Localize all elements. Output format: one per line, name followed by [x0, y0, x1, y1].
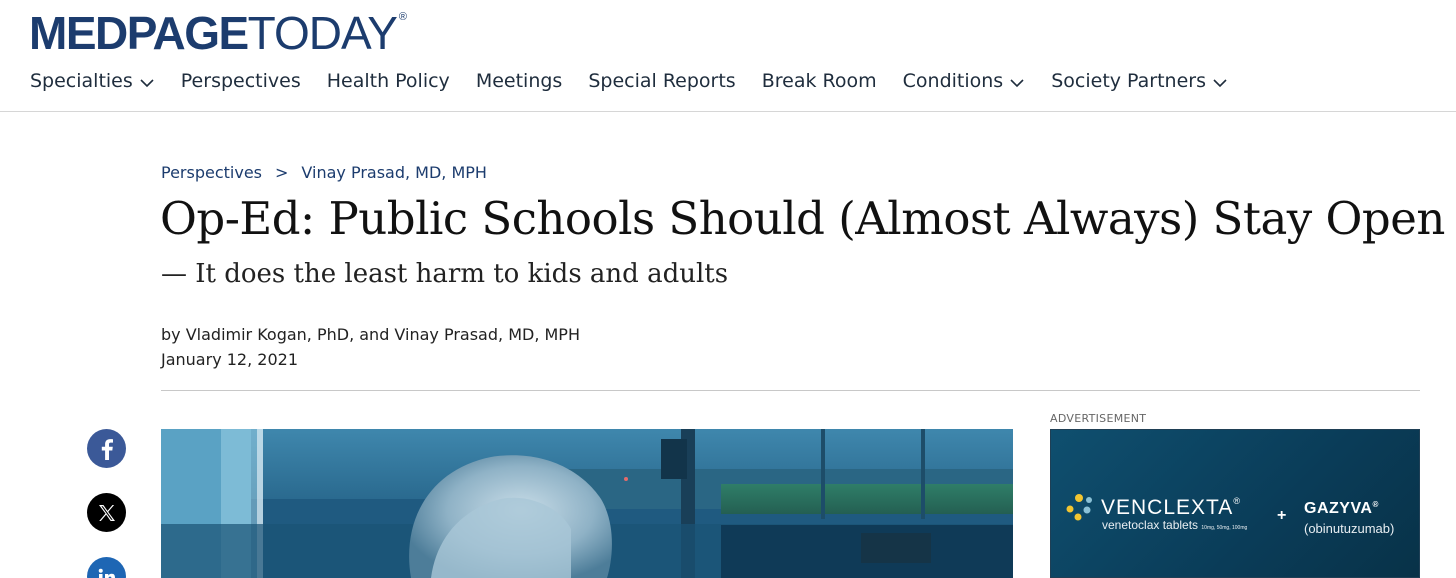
main-nav: Specialties Perspectives Health Policy M… — [30, 67, 1254, 95]
ad-venclexta-generic: venetoclax tablets — [1102, 518, 1199, 532]
ad-brand-gazyva-text: GAZYVA — [1304, 500, 1373, 517]
nav-item-label: Society Partners — [1051, 70, 1207, 92]
logo-light-text: TODAY — [247, 7, 398, 59]
advertisement-banner[interactable]: VENCLEXTA® venetoclax tablets 10mg, 50mg… — [1050, 429, 1420, 578]
nav-item-label: Health Policy — [326, 70, 450, 92]
chevron-down-icon — [140, 79, 154, 88]
chevron-down-icon — [1010, 79, 1024, 88]
nav-item-special-reports[interactable]: Special Reports — [588, 70, 735, 92]
classroom-photo — [161, 429, 1013, 578]
linkedin-share-button[interactable] — [87, 557, 126, 578]
chevron-down-icon — [1213, 79, 1227, 88]
article-subtitle: — It does the least harm to kids and adu… — [161, 259, 729, 289]
breadcrumb: Perspectives > Vinay Prasad, MD, MPH — [161, 163, 487, 182]
nav-item-society-partners[interactable]: Society Partners — [1051, 70, 1228, 92]
breadcrumb-author-link[interactable]: Vinay Prasad, MD, MPH — [301, 163, 487, 182]
breadcrumb-separator: > — [275, 163, 289, 182]
nav-item-perspectives[interactable]: Perspectives — [181, 70, 301, 92]
x-share-button[interactable] — [87, 493, 126, 532]
facebook-share-button[interactable] — [87, 429, 126, 468]
venclexta-logo-icon — [1066, 494, 1092, 521]
breadcrumb-section-link[interactable]: Perspectives — [161, 163, 262, 182]
nav-item-label: Break Room — [761, 70, 877, 92]
ad-brand-venclexta-text: VENCLEXTA — [1101, 496, 1234, 519]
ad-brand-venclexta-sub: venetoclax tablets 10mg, 50mg, 100mg — [1102, 518, 1247, 532]
ad-brand-gazyva-mark: ® — [1372, 500, 1379, 509]
article-date: January 12, 2021 — [161, 350, 298, 369]
logo-registered-mark: ® — [398, 11, 407, 23]
nav-item-health-policy[interactable]: Health Policy — [327, 70, 450, 92]
article-hero-image — [161, 429, 1013, 578]
ad-brand-gazyva: GAZYVA® — [1304, 500, 1379, 518]
article-title: Op-Ed: Public Schools Should (Almost Alw… — [160, 192, 1445, 245]
linkedin-icon — [98, 568, 115, 578]
ad-plus-sign: + — [1277, 507, 1287, 524]
nav-item-meetings[interactable]: Meetings — [476, 70, 563, 92]
nav-item-break-room[interactable]: Break Room — [762, 70, 877, 92]
ad-brand-gazyva-sub: (obinutuzumab) — [1304, 521, 1395, 536]
nav-item-label: Special Reports — [588, 70, 736, 92]
nav-item-specialties[interactable]: Specialties — [30, 70, 155, 92]
logo-bold-text: MEDPAGE — [29, 7, 249, 59]
nav-item-label: Specialties — [30, 70, 133, 92]
header-divider — [161, 390, 1420, 391]
nav-item-label: Perspectives — [180, 70, 301, 92]
ad-brand-venclexta-mark: ® — [1233, 496, 1241, 506]
nav-item-label: Meetings — [475, 70, 563, 92]
ad-venclexta-dose: 10mg, 50mg, 100mg — [1201, 525, 1248, 531]
x-icon — [98, 504, 115, 521]
nav-item-conditions[interactable]: Conditions — [903, 70, 1026, 92]
facebook-icon — [101, 438, 113, 460]
article-byline: by Vladimir Kogan, PhD, and Vinay Prasad… — [161, 325, 580, 344]
advertisement-label: ADVERTISEMENT — [1050, 412, 1147, 425]
ad-brand-venclexta: VENCLEXTA® — [1101, 496, 1241, 520]
site-logo[interactable]: MEDPAGE TODAY ® — [29, 10, 407, 56]
nav-item-label: Conditions — [902, 70, 1004, 92]
site-header: MEDPAGE TODAY ® Specialties Perspectives… — [0, 0, 1456, 112]
